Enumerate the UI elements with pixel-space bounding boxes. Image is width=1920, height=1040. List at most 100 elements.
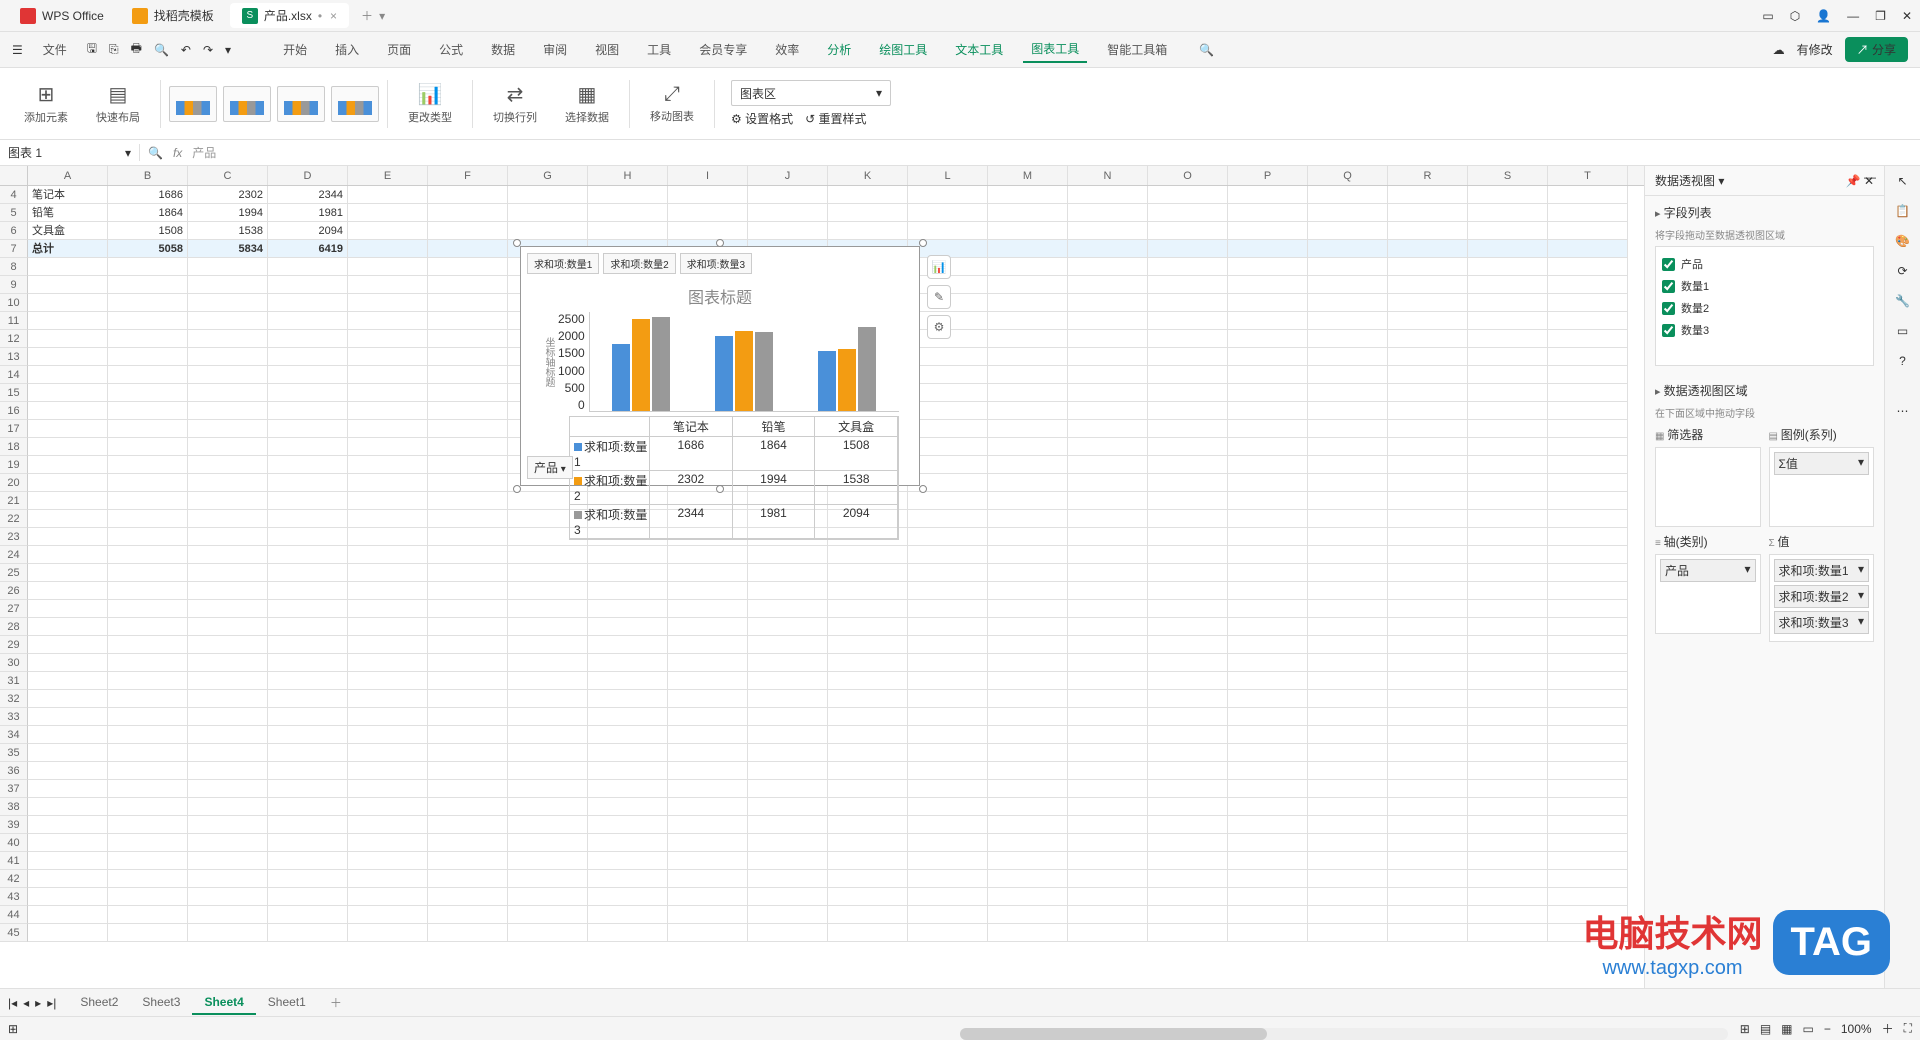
cell[interactable] bbox=[108, 474, 188, 492]
cell[interactable] bbox=[268, 384, 348, 402]
maximize-button[interactable]: ❐ bbox=[1875, 9, 1886, 23]
cell[interactable] bbox=[588, 852, 668, 870]
cell[interactable] bbox=[748, 708, 828, 726]
cell[interactable] bbox=[1148, 708, 1228, 726]
cell[interactable] bbox=[588, 726, 668, 744]
cell[interactable] bbox=[268, 474, 348, 492]
col-header[interactable]: C bbox=[188, 166, 268, 185]
cell[interactable] bbox=[668, 564, 748, 582]
cell[interactable] bbox=[988, 672, 1068, 690]
cell[interactable] bbox=[1548, 852, 1628, 870]
cell[interactable] bbox=[1468, 528, 1548, 546]
cell[interactable] bbox=[188, 312, 268, 330]
row-header[interactable]: 33 bbox=[0, 708, 28, 726]
cell[interactable] bbox=[908, 924, 988, 942]
cell[interactable] bbox=[988, 222, 1068, 240]
cell[interactable] bbox=[1148, 438, 1228, 456]
cell[interactable] bbox=[28, 798, 108, 816]
cell[interactable] bbox=[1068, 654, 1148, 672]
cell[interactable] bbox=[668, 780, 748, 798]
cell[interactable] bbox=[188, 402, 268, 420]
cell[interactable] bbox=[828, 888, 908, 906]
cell[interactable] bbox=[908, 564, 988, 582]
cell[interactable] bbox=[348, 528, 428, 546]
menu-chart-tools[interactable]: 图表工具 bbox=[1023, 36, 1087, 63]
cell[interactable] bbox=[268, 708, 348, 726]
cell[interactable] bbox=[1548, 528, 1628, 546]
sheet-tab[interactable]: Sheet1 bbox=[256, 991, 318, 1015]
menu-view[interactable]: 视图 bbox=[587, 37, 627, 62]
cell[interactable]: 笔记本 bbox=[28, 186, 108, 204]
cell[interactable] bbox=[268, 690, 348, 708]
cell[interactable] bbox=[988, 888, 1068, 906]
cell[interactable] bbox=[1388, 276, 1468, 294]
cell[interactable] bbox=[1308, 564, 1388, 582]
cell[interactable] bbox=[988, 852, 1068, 870]
cell[interactable] bbox=[508, 636, 588, 654]
cell[interactable] bbox=[668, 582, 748, 600]
col-header[interactable]: K bbox=[828, 166, 908, 185]
cell[interactable] bbox=[1228, 528, 1308, 546]
cell[interactable] bbox=[1228, 402, 1308, 420]
cell[interactable] bbox=[1068, 420, 1148, 438]
cell[interactable] bbox=[28, 888, 108, 906]
cell[interactable] bbox=[268, 816, 348, 834]
cell[interactable] bbox=[1388, 888, 1468, 906]
cell[interactable] bbox=[428, 456, 508, 474]
cell[interactable] bbox=[828, 618, 908, 636]
cell[interactable] bbox=[508, 546, 588, 564]
cell[interactable] bbox=[348, 780, 428, 798]
cell[interactable] bbox=[28, 654, 108, 672]
cell[interactable] bbox=[1548, 726, 1628, 744]
cell[interactable] bbox=[428, 438, 508, 456]
cell[interactable] bbox=[1548, 654, 1628, 672]
cell[interactable] bbox=[428, 924, 508, 942]
cell[interactable] bbox=[1548, 564, 1628, 582]
cell[interactable] bbox=[188, 546, 268, 564]
cell[interactable] bbox=[588, 204, 668, 222]
cell[interactable] bbox=[828, 798, 908, 816]
cell[interactable] bbox=[28, 402, 108, 420]
cell[interactable] bbox=[1468, 348, 1548, 366]
cell[interactable] bbox=[28, 618, 108, 636]
cell[interactable] bbox=[668, 546, 748, 564]
cell[interactable] bbox=[748, 924, 828, 942]
cell[interactable] bbox=[908, 546, 988, 564]
cell[interactable] bbox=[188, 762, 268, 780]
cell[interactable] bbox=[1548, 582, 1628, 600]
cell[interactable] bbox=[1388, 438, 1468, 456]
cell[interactable] bbox=[668, 888, 748, 906]
cell[interactable] bbox=[1308, 546, 1388, 564]
cell[interactable] bbox=[748, 564, 828, 582]
cell[interactable] bbox=[988, 312, 1068, 330]
cell[interactable]: 1994 bbox=[188, 204, 268, 222]
cell[interactable] bbox=[988, 402, 1068, 420]
cell[interactable] bbox=[1148, 276, 1228, 294]
cell[interactable] bbox=[1548, 438, 1628, 456]
select-data-button[interactable]: ▦选择数据 bbox=[553, 78, 621, 129]
cell[interactable] bbox=[1388, 798, 1468, 816]
cell[interactable] bbox=[348, 726, 428, 744]
file-tab[interactable]: S 产品.xlsx • × bbox=[230, 3, 349, 28]
legend-btn-3[interactable]: 求和项:数量3 bbox=[680, 253, 752, 274]
cell[interactable] bbox=[908, 708, 988, 726]
cell[interactable] bbox=[268, 564, 348, 582]
cell[interactable] bbox=[348, 546, 428, 564]
cell[interactable] bbox=[108, 870, 188, 888]
cell[interactable] bbox=[348, 330, 428, 348]
value-chip[interactable]: 求和项:数量3▾ bbox=[1774, 611, 1870, 634]
cell[interactable] bbox=[988, 240, 1068, 258]
cell[interactable] bbox=[748, 600, 828, 618]
cell[interactable] bbox=[1228, 672, 1308, 690]
cell[interactable] bbox=[268, 726, 348, 744]
reset-style-button[interactable]: ↺ 重置样式 bbox=[805, 110, 866, 127]
quick-layout-button[interactable]: ▤快速布局 bbox=[84, 78, 152, 129]
cell[interactable] bbox=[268, 924, 348, 942]
cell[interactable] bbox=[108, 906, 188, 924]
pin-icon[interactable]: 📌 bbox=[1846, 174, 1861, 188]
cell[interactable] bbox=[1468, 762, 1548, 780]
cell[interactable] bbox=[588, 690, 668, 708]
cell[interactable] bbox=[428, 384, 508, 402]
cell[interactable] bbox=[668, 762, 748, 780]
cell[interactable] bbox=[1468, 294, 1548, 312]
